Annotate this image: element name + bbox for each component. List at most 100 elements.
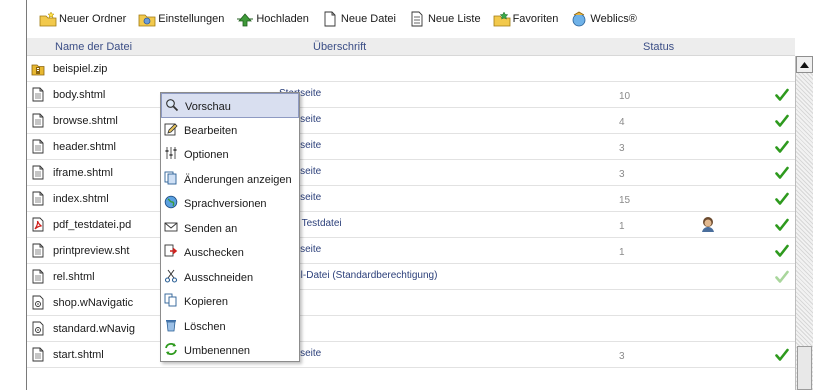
menu-item-send-to[interactable]: Senden an [161,216,299,241]
menu-item-copy[interactable]: Kopieren [161,289,299,314]
checkmark-icon [775,218,789,232]
file-list: Name der Datei Überschrift Status beispi… [27,38,795,390]
menu-item-rename[interactable]: Umbenennen [161,338,299,363]
document-icon [31,113,45,128]
upload-icon [237,13,254,27]
magnifier-icon [165,98,179,112]
navigation-file-icon [31,295,45,310]
table-row[interactable]: standard.wNavig [27,316,795,342]
checkmark-icon [775,166,789,180]
document-icon [31,139,45,154]
new-folder-icon [39,11,57,27]
checkout-icon [164,244,178,258]
document-icon [31,165,45,180]
column-header-name[interactable]: Name der Datei [55,41,132,53]
table-row[interactable]: header.shtml Startseite 3 [27,134,795,160]
scissors-icon [164,269,178,283]
upload-button[interactable]: Hochladen [232,8,317,30]
file-name[interactable]: header.shtml [53,141,116,153]
table-row[interactable]: start.shtml Startseite 3 [27,342,795,368]
file-name[interactable]: printpreview.sht [53,245,129,257]
settings-button[interactable]: Einstellungen [134,8,232,30]
checkmark-icon [775,88,789,102]
file-name[interactable]: pdf_testdatei.pd [53,219,131,231]
zip-file-icon [31,61,45,76]
menu-item-preview[interactable]: Vorschau [161,93,299,118]
toolbar: Neuer Ordner Einstellungen Hochladen Neu… [27,0,814,38]
file-name[interactable]: iframe.shtml [53,167,113,179]
edit-icon [164,122,178,136]
globe-icon [164,195,178,209]
file-version-count: 4 [619,117,625,128]
scroll-thumb[interactable] [797,346,812,390]
column-header-status[interactable]: Status [643,41,674,53]
upload-label: Hochladen [256,13,309,25]
menu-item-cut[interactable]: Ausschneiden [161,265,299,290]
menu-item-language-versions[interactable]: Sprachversionen [161,191,299,216]
file-name[interactable]: browse.shtml [53,115,118,127]
changes-icon [164,171,178,185]
file-name[interactable]: shop.wNavigatic [53,297,133,309]
vertical-scrollbar[interactable] [795,56,813,390]
copy-icon [164,293,178,307]
new-folder-button[interactable]: Neuer Ordner [35,8,134,30]
settings-label: Einstellungen [158,13,225,25]
checkmark-icon [775,270,789,284]
table-row[interactable]: index.shtml Startseite 15 [27,186,795,212]
file-version-count: 15 [619,195,631,206]
table-row[interactable]: browse.shtml Startseite 4 [27,108,795,134]
menu-item-label: Löschen [184,320,226,333]
settings-icon [138,14,156,27]
table-row[interactable]: printpreview.sht Startseite 1 [27,238,795,264]
checkmark-icon [775,348,789,362]
checkmark-icon [775,192,789,206]
scroll-up-button[interactable] [796,56,813,73]
file-version-count: 3 [619,351,625,362]
new-file-button[interactable]: Neue Datei [317,8,404,30]
document-icon [31,347,45,362]
column-header-row: Name der Datei Überschrift Status [27,38,795,56]
table-row[interactable]: body.shtml Startseite 10 [27,82,795,108]
user-avatar-icon [699,215,717,233]
file-name[interactable]: start.shtml [53,349,104,361]
file-rows: beispiel.zip body.shtml Startseite 10 browse… [27,56,795,368]
menu-item-label: Umbenennen [184,345,251,357]
table-row[interactable]: beispiel.zip [27,56,795,82]
checkmark-icon [775,244,789,258]
document-icon [31,269,45,284]
trash-icon [164,318,178,332]
menu-item-delete[interactable]: Löschen [161,314,299,339]
file-name[interactable]: beispiel.zip [53,63,107,75]
file-name[interactable]: rel.shtml [53,271,95,283]
menu-item-label: Bearbeiten [184,124,238,137]
file-version-count: 3 [619,169,625,180]
new-list-button[interactable]: Neue Liste [404,8,489,30]
menu-item-checkout[interactable]: Auschecken [161,240,299,265]
options-icon [164,146,178,160]
table-row[interactable]: rel.shtml shtml-Datei (Standardberechtigu… [27,264,795,290]
column-header-title[interactable]: Überschrift [313,41,366,53]
menu-item-options[interactable]: Optionen [161,142,299,167]
file-version-count: 1 [619,247,625,258]
new-file-icon [324,11,336,27]
favorites-label: Favoriten [512,13,559,25]
new-file-label: Neue Datei [340,13,396,25]
file-version-count: 3 [619,143,625,154]
document-icon [31,87,45,102]
file-name[interactable]: standard.wNavig [53,323,135,335]
file-manager-window: Neuer Ordner Einstellungen Hochladen Neu… [26,0,814,390]
menu-item-label: Änderungen anzeigen [184,173,292,186]
table-row[interactable]: shop.wNavigatic [27,290,795,316]
menu-item-show-changes[interactable]: Änderungen anzeigen [161,167,299,192]
table-row[interactable]: iframe.shtml Startseite 3 [27,160,795,186]
favorites-button[interactable]: Favoriten [489,8,567,30]
rename-icon [164,342,178,356]
menu-item-edit[interactable]: Bearbeiten [161,118,299,143]
file-name[interactable]: body.shtml [53,89,105,101]
document-icon [31,191,45,206]
file-version-count: 1 [619,221,625,232]
new-list-label: Neue Liste [427,13,481,25]
table-row[interactable]: pdf_testdatei.pd PDF Testdatei 1 [27,212,795,238]
weblics-button[interactable]: Weblics® [566,8,644,30]
file-name[interactable]: index.shtml [53,193,109,205]
